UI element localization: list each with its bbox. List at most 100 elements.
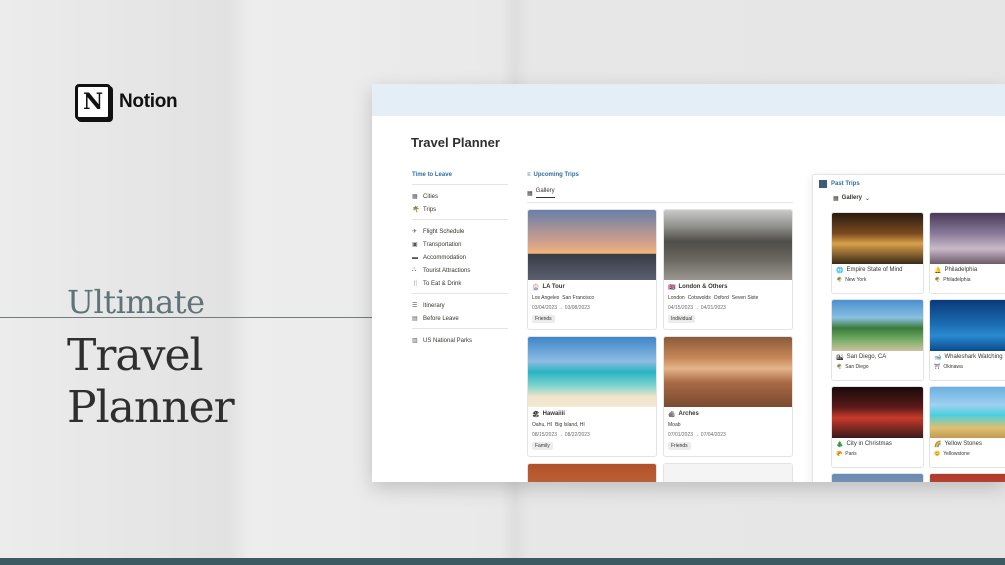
section-title: Past Trips xyxy=(831,181,860,187)
trip-name: Empire State of Mind xyxy=(846,267,903,273)
nav-label: Itinerary xyxy=(423,302,445,309)
upcoming-trips: ≡ Upcoming Trips ▦ Gallery 🎡 LA Tour Los … xyxy=(527,172,793,482)
tree-icon: 🎄 xyxy=(836,442,844,448)
trip-location: Paris xyxy=(845,451,857,457)
image-icon xyxy=(819,180,827,188)
past-trips-panel: Past Trips ▦ Gallery ⌄ 🌐 Empire State of … xyxy=(812,174,1005,482)
tag: Seven Siste xyxy=(731,295,759,301)
trip-location: Philadelphia xyxy=(943,277,971,283)
trip-card[interactable] xyxy=(831,473,924,482)
rainbow-icon: 🌈 xyxy=(934,442,942,448)
palm-icon: 🌴 xyxy=(836,277,843,283)
trip-cover-image xyxy=(832,387,923,438)
trip-card[interactable]: 🎡 LA Tour Los Angeles San Francisco 03/04/… xyxy=(527,209,657,330)
nav-item-before-leave[interactable]: ▤ Before Leave xyxy=(412,312,508,325)
nav-heading[interactable]: Time to Leave xyxy=(412,172,508,178)
trip-card[interactable]: 🐋 Whaleshark Watching ⛩ Okinawa xyxy=(929,299,1005,381)
nav-item-itinerary[interactable]: ☰ Itinerary xyxy=(412,299,508,312)
map-icon: ▥ xyxy=(412,338,418,344)
nav-item-flight-schedule[interactable]: ✈ Flight Schedule xyxy=(412,225,508,238)
rock-icon: 🪨 xyxy=(668,412,676,418)
trip-cover-image xyxy=(664,337,792,407)
trip-cover-image xyxy=(930,213,1005,264)
trip-cover-image xyxy=(930,474,1005,482)
notion-logo-icon: N xyxy=(75,84,111,120)
trip-card[interactable]: 🌐 Empire State of Mind 🌴 New York xyxy=(831,212,924,294)
train-icon: ▣ xyxy=(412,242,418,248)
list-icon: ≡ xyxy=(527,172,531,178)
trip-location: New York xyxy=(845,277,867,283)
nav-item-cities[interactable]: ▦ Cities xyxy=(412,190,508,203)
trip-card[interactable]: 🪨 Arches Moab 07/01/2023 → 07/04/2023 Fri… xyxy=(663,336,793,457)
past-trips-header[interactable]: Past Trips xyxy=(819,180,860,188)
trip-cover-image xyxy=(832,213,923,264)
smile-icon: 😊 xyxy=(934,451,941,457)
building-icon: ▦ xyxy=(412,194,418,200)
nav-label: Flight Schedule xyxy=(423,228,465,235)
tag: London xyxy=(668,295,685,301)
nav-item-trips[interactable]: 🌴 Trips xyxy=(412,203,508,216)
group-badge: Friends xyxy=(668,442,691,450)
tag: Big Island, HI xyxy=(555,422,585,428)
trip-name: Whaleshark Watching xyxy=(944,354,1003,360)
tag: San Francisco xyxy=(562,295,595,301)
notion-logo: N Notion xyxy=(75,84,178,120)
hero-title: Travel Planner xyxy=(67,330,235,434)
trip-card[interactable]: 🏙 San Diego, CA 🌴 San Diego xyxy=(831,299,924,381)
trip-card[interactable] xyxy=(663,463,793,482)
trip-name: Arches xyxy=(678,411,699,417)
trip-dates: 08/15/2023 → 08/22/2023 xyxy=(532,432,590,438)
trip-cover-image xyxy=(930,387,1005,438)
tag: Oxford xyxy=(713,295,729,301)
nav-item-accommodation[interactable]: ▬ Accommodation xyxy=(412,251,508,264)
tag: Cotswolds xyxy=(687,295,711,301)
nav-item-tourist-attractions[interactable]: ⛬ Tourist Attractions xyxy=(412,264,508,277)
trip-card[interactable]: 🔔 Philadelphia 🌴 Philadelphia xyxy=(929,212,1005,294)
trip-cover-image xyxy=(664,210,792,280)
tab-gallery[interactable]: ▦ Gallery ⌄ xyxy=(833,195,870,202)
nav-label: Before Leave xyxy=(423,315,459,322)
hero-subtitle: Ultimate xyxy=(67,283,205,321)
tab-label: Gallery xyxy=(535,188,555,198)
trip-cover-image xyxy=(528,337,656,407)
trip-name: London & Others xyxy=(678,284,728,290)
palm-icon: 🌴 xyxy=(934,277,941,283)
trip-cover-image xyxy=(832,300,923,351)
nav-item-us-national-parks[interactable]: ▥ US National Parks xyxy=(412,334,508,347)
upcoming-header[interactable]: ≡ Upcoming Trips xyxy=(527,172,793,178)
trip-name: Yellow Stones xyxy=(944,441,982,447)
nav-item-to-eat-drink[interactable]: 🍴 To Eat & Drink xyxy=(412,277,508,290)
ferris-wheel-icon: 🎡 xyxy=(532,285,540,291)
divider xyxy=(412,219,508,220)
trip-card[interactable] xyxy=(527,463,657,482)
trip-location: Yellowstone xyxy=(943,451,970,457)
trip-card[interactable]: 🎄 City in Christmas 🥐 Paris xyxy=(831,386,924,468)
brand-name: Notion xyxy=(119,91,178,112)
trip-card[interactable] xyxy=(929,473,1005,482)
tab-gallery[interactable]: ▦ Gallery xyxy=(527,188,793,203)
trip-cover-image xyxy=(528,464,656,482)
chevron-down-icon: ⌄ xyxy=(865,196,871,202)
nav-item-transportation[interactable]: ▣ Transportation xyxy=(412,238,508,251)
trip-card[interactable]: 🌈 Yellow Stones 😊 Yellowstone xyxy=(929,386,1005,468)
page-title: Travel Planner xyxy=(411,135,500,150)
page-cover xyxy=(372,84,1005,116)
hero-title-line: Travel xyxy=(67,330,204,381)
bread-icon: 🥐 xyxy=(836,451,843,457)
nav-label: Accommodation xyxy=(423,254,467,261)
palm-icon: 🌴 xyxy=(836,364,843,370)
sidebar-nav: Time to Leave ▦ Cities 🌴 Trips ✈ Flight Sch… xyxy=(412,172,508,347)
trip-name: City in Christmas xyxy=(846,441,892,447)
flag-icon: 🇬🇧 xyxy=(668,285,676,291)
divider xyxy=(412,184,508,185)
palm-icon: 🌴 xyxy=(412,207,420,213)
trip-name: Philadelphia xyxy=(944,267,978,273)
beach-icon: 🏖 xyxy=(532,412,540,418)
nav-label: Transportation xyxy=(423,241,462,248)
group-badge: Family xyxy=(532,442,553,450)
trip-card[interactable]: 🇬🇧 London & Others London Cotswolds Oxford S… xyxy=(663,209,793,330)
trip-card[interactable]: 🏖 Hawaiiii Oahu, HI Big Island, HI 08/15/2… xyxy=(527,336,657,457)
list-icon: ☰ xyxy=(412,303,418,309)
fork-icon: 🍴 xyxy=(412,281,420,287)
nav-label: Trips xyxy=(423,206,437,213)
